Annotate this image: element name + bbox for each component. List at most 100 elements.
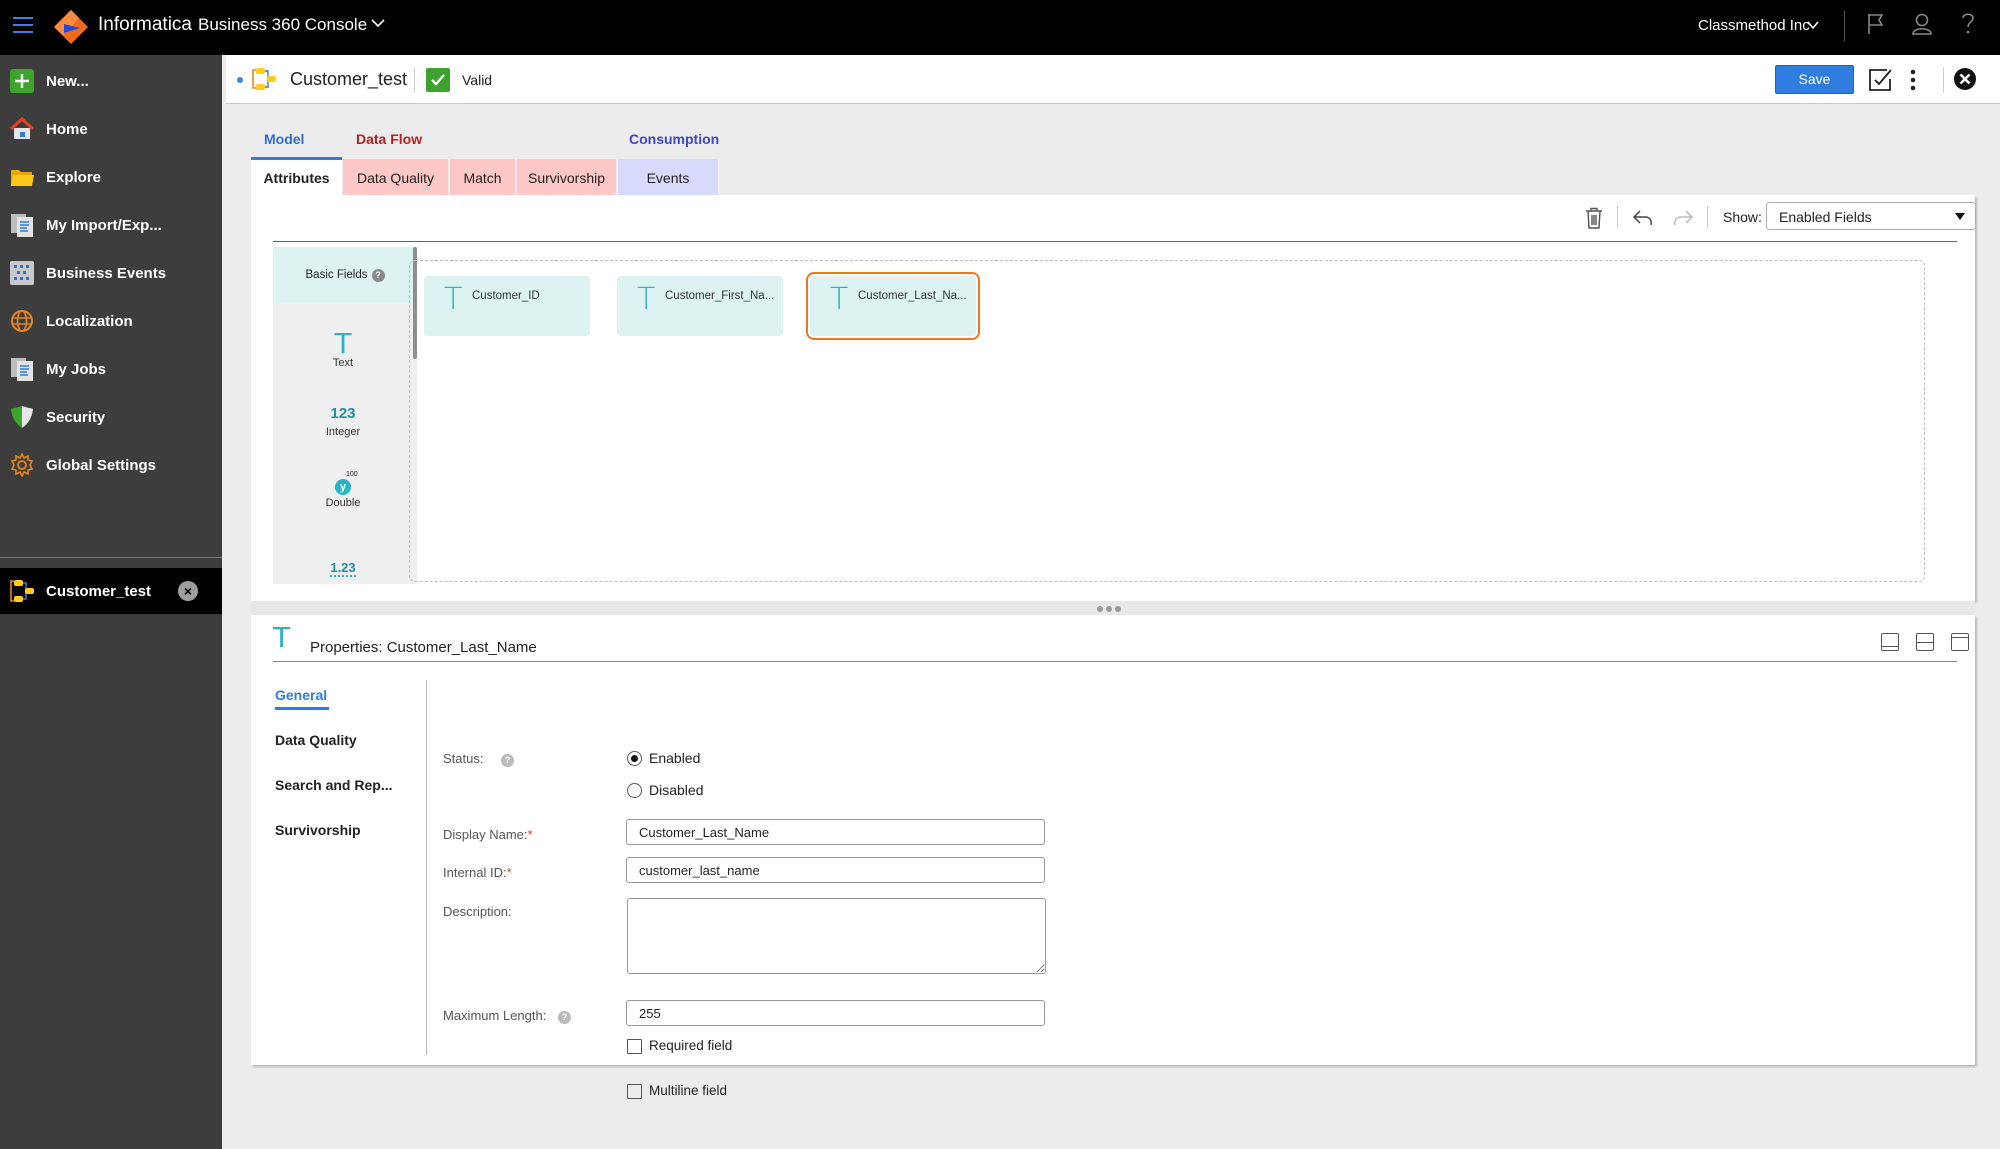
validate-icon[interactable] — [1867, 67, 1893, 93]
field-card-name: Customer_ID — [472, 290, 540, 302]
layout-bottom-icon[interactable] — [1881, 633, 1899, 651]
tab-survivorship[interactable]: Survivorship — [517, 159, 616, 197]
double-glyph: y — [335, 479, 351, 495]
tab-group-label: Consumption — [629, 131, 720, 147]
text-type-icon: T — [334, 327, 352, 360]
flag-icon[interactable] — [1866, 12, 1886, 36]
sidebar-item-label: Home — [46, 120, 88, 138]
layout-top-icon[interactable] — [1951, 633, 1969, 651]
max-length-input[interactable] — [626, 1000, 1045, 1026]
show-filter-select[interactable]: Enabled Fields — [1766, 202, 1976, 230]
menu-icon[interactable] — [13, 17, 33, 35]
integer-type-icon: 123 — [330, 405, 356, 422]
palette-item-text[interactable]: T Text — [273, 327, 413, 370]
sidebar-item-import-export[interactable]: My Import/Exp... — [0, 203, 222, 247]
prop-nav-data-quality[interactable]: Data Quality — [275, 732, 357, 748]
close-icon[interactable]: × — [178, 581, 198, 601]
chevron-down-icon[interactable] — [370, 15, 386, 31]
gear-icon — [10, 453, 34, 477]
prop-nav-search-and-replace[interactable]: Search and Rep... — [275, 777, 392, 793]
field-canvas[interactable]: T Customer_ID T Customer_First_Na... T Cust… — [409, 260, 1925, 582]
globe-icon — [11, 310, 33, 332]
description-textarea[interactable] — [627, 898, 1046, 974]
drag-handle-dot — [1115, 606, 1121, 612]
sidebar-item-home[interactable]: Home — [0, 107, 222, 151]
internal-id-input[interactable] — [626, 857, 1045, 883]
tab-label: Survivorship — [527, 170, 606, 186]
close-icon[interactable] — [1953, 67, 1977, 91]
more-options-icon[interactable] — [1909, 69, 1917, 91]
sidebar-item-localization[interactable]: Localization — [0, 299, 222, 343]
help-icon[interactable]: ? — [371, 268, 385, 282]
user-icon[interactable] — [1911, 12, 1933, 36]
sidebar-item-label: Business Events — [46, 264, 167, 282]
sidebar-item-label: Explore — [46, 168, 102, 186]
tab-group-label: Model — [264, 131, 305, 147]
field-card-customer-id[interactable]: T Customer_ID — [424, 276, 590, 336]
divider — [1844, 11, 1845, 41]
required-field-checkbox[interactable] — [627, 1039, 642, 1054]
documents-icon — [11, 214, 33, 237]
unsaved-indicator — [237, 77, 243, 83]
plus-icon — [10, 69, 34, 93]
palette-item-decimal[interactable]: 1.23 — [273, 559, 413, 577]
tab-match[interactable]: Match — [450, 159, 515, 197]
field-card-customer-last-name[interactable]: T Customer_Last_Na... — [806, 272, 980, 340]
palette-item-integer[interactable]: 123 Integer — [273, 405, 413, 438]
prop-nav-survivorship[interactable]: Survivorship — [275, 822, 361, 838]
help-icon[interactable]: ? — [557, 1011, 571, 1024]
help-icon[interactable]: ? — [501, 754, 515, 767]
help-icon[interactable] — [1960, 12, 1976, 36]
drag-handle-dot — [1097, 606, 1103, 612]
status-disabled-radio[interactable] — [627, 783, 642, 798]
palette-item-double[interactable]: y 100 Double — [273, 471, 413, 509]
show-label: Show: — [1723, 209, 1762, 225]
display-name-label-text: Display Name: — [443, 827, 528, 842]
text-type-icon: T — [637, 282, 656, 317]
save-button[interactable]: Save — [1775, 65, 1854, 94]
designer-toolbar: Show: Enabled Fields — [251, 195, 1976, 241]
required-marker: * — [527, 827, 533, 842]
tab-group-label: Data Flow — [356, 131, 423, 147]
product-name: Business 360 Console — [197, 15, 368, 34]
undo-icon[interactable] — [1632, 209, 1654, 227]
top-bar: Informatica Business 360 Console Classmet… — [0, 0, 2000, 55]
display-name-input[interactable] — [626, 819, 1045, 845]
sidebar-item-new[interactable]: New... — [0, 59, 222, 103]
page-title: Customer_test — [290, 69, 408, 89]
sidebar-item-label: Security — [46, 408, 106, 426]
sidebar-item-business-events[interactable]: Business Events — [0, 251, 222, 295]
panel-splitter[interactable] — [251, 601, 1975, 615]
divider — [426, 680, 427, 1055]
internal-id-label-text: Internal ID: — [443, 865, 507, 880]
properties-title: Properties: Customer_Last_Name — [310, 639, 537, 656]
multiline-field-checkbox[interactable] — [627, 1084, 642, 1099]
status-enabled-radio[interactable] — [627, 751, 642, 766]
sidebar-item-global-settings[interactable]: Global Settings — [0, 443, 222, 487]
status-label-text: Status: — [443, 751, 484, 766]
chevron-down-icon[interactable] — [1806, 18, 1820, 32]
decimal-type-icon: 1.23 — [330, 560, 356, 577]
divider — [273, 661, 1957, 662]
folder-icon — [11, 170, 34, 186]
properties-panel: T Properties: Customer_Last_Name General… — [251, 615, 1975, 1099]
trash-icon[interactable] — [1585, 207, 1603, 229]
palette-item-label: Double — [325, 497, 361, 509]
org-switcher[interactable]: Classmethod Inc — [1698, 17, 1810, 34]
field-card-name: Customer_First_Na... — [665, 290, 775, 302]
sidebar: New... Home Explore My Import/Exp... Bus… — [0, 55, 222, 1149]
tab-data-quality[interactable]: Data Quality — [343, 159, 448, 197]
tab-events[interactable]: Events — [618, 159, 718, 197]
sidebar-item-security[interactable]: Security — [0, 395, 222, 439]
redo-icon[interactable] — [1672, 209, 1694, 227]
tab-attributes[interactable]: Attributes — [251, 157, 342, 195]
sidebar-item-explore[interactable]: Explore — [0, 155, 222, 199]
prop-nav-general[interactable]: General — [275, 687, 329, 710]
sidebar-item-my-jobs[interactable]: My Jobs — [0, 347, 222, 391]
layout-split-icon[interactable] — [1916, 633, 1934, 651]
divider — [273, 241, 1957, 242]
sidebar-open-asset[interactable]: Customer_test × — [0, 568, 222, 614]
brand-name: Informatica — [98, 14, 192, 35]
field-card-customer-first-name[interactable]: T Customer_First_Na... — [617, 276, 783, 336]
status-disabled-label: Disabled — [649, 782, 704, 798]
